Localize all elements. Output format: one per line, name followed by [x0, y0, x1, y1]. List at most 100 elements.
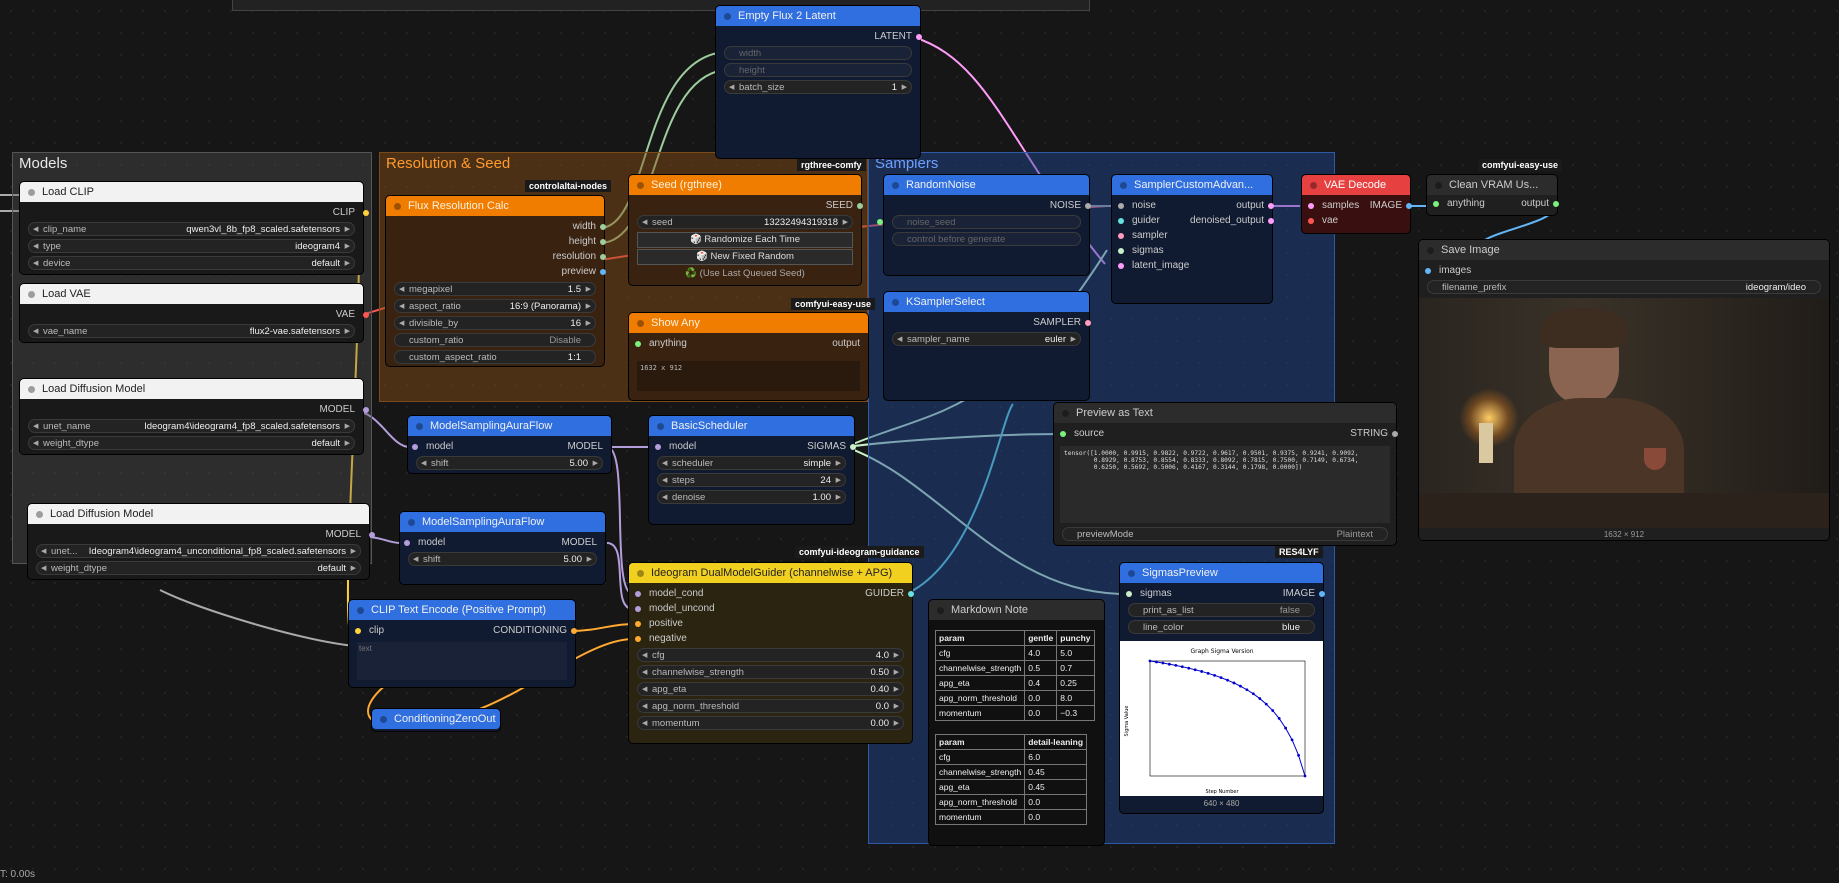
- custom-aspect-ratio-field[interactable]: custom_aspect_ratio 1:1: [394, 350, 596, 364]
- output-model[interactable]: MODEL: [408, 440, 603, 454]
- socket-dot[interactable]: [1085, 320, 1091, 326]
- node-title[interactable]: BasicScheduler: [649, 416, 854, 436]
- socket-dot[interactable]: [916, 34, 922, 40]
- output-width[interactable]: width: [386, 220, 606, 234]
- text-display[interactable]: 1632 x 912: [637, 361, 860, 391]
- output-string[interactable]: STRING: [1054, 427, 1398, 441]
- socket-dot[interactable]: [600, 254, 606, 260]
- unet-name-widget[interactable]: unet_name Ideogram4\ideogram4_fp8_scaled.…: [28, 419, 355, 434]
- input-positive[interactable]: positive: [635, 617, 912, 631]
- output-image-preview[interactable]: [1419, 298, 1829, 528]
- node-title[interactable]: CLIP Text Encode (Positive Prompt): [349, 600, 575, 620]
- socket-dot[interactable]: [1319, 591, 1325, 597]
- node-title[interactable]: VAE Decode: [1302, 175, 1410, 195]
- apg-norm-threshold-widget[interactable]: apg_norm_threshold 0.0: [637, 699, 904, 714]
- noise-seed-input[interactable]: noise_seed: [877, 215, 1081, 229]
- aspect-ratio-widget[interactable]: aspect_ratio 16:9 (Panorama): [394, 299, 596, 314]
- cfg-widget[interactable]: cfg 4.0: [637, 648, 904, 663]
- height-input[interactable]: height: [724, 63, 912, 77]
- socket-dot[interactable]: [1268, 218, 1274, 224]
- output-output[interactable]: output: [1427, 197, 1559, 211]
- output-vae[interactable]: VAE: [20, 308, 369, 322]
- new-fixed-random-button[interactable]: 🎲 New Fixed Random: [637, 249, 853, 265]
- shift-widget[interactable]: shift 5.00: [408, 552, 597, 567]
- sampler-name-widget[interactable]: sampler_name euler: [892, 332, 1081, 347]
- node-title[interactable]: SigmasPreview: [1120, 563, 1323, 583]
- socket-dot[interactable]: [850, 444, 856, 450]
- node-title[interactable]: Load Diffusion Model: [28, 504, 369, 524]
- output-model[interactable]: MODEL: [400, 536, 597, 550]
- socket-dot[interactable]: [363, 312, 369, 318]
- shift-widget[interactable]: shift 5.00: [416, 456, 603, 471]
- output-conditioning[interactable]: CONDITIONING: [349, 624, 577, 638]
- output-image[interactable]: IMAGE: [1120, 587, 1325, 601]
- clip-name-widget[interactable]: clip_name qwen3vl_8b_fp8_scaled.safetenso…: [28, 222, 355, 237]
- preview-mode-toggle[interactable]: previewMode Plaintext: [1062, 527, 1388, 541]
- output-height[interactable]: height: [386, 235, 606, 249]
- output-model[interactable]: MODEL: [28, 528, 375, 542]
- output-noise[interactable]: NOISE: [884, 199, 1091, 213]
- momentum-widget[interactable]: momentum 0.00: [637, 716, 904, 731]
- steps-widget[interactable]: steps 24: [657, 473, 846, 488]
- node-title[interactable]: ModelSamplingAuraFlow: [400, 512, 605, 532]
- output-output[interactable]: output: [1112, 199, 1274, 213]
- socket-dot[interactable]: [363, 407, 369, 413]
- vae-name-widget[interactable]: vae_name flux2-vae.safetensors: [28, 324, 355, 339]
- socket-dot[interactable]: [600, 224, 606, 230]
- socket-dot[interactable]: [600, 269, 606, 275]
- markdown-note-node[interactable]: Markdown Note param gentle punchy cfg 4.0 5.0…: [929, 600, 1104, 845]
- node-title[interactable]: RandomNoise: [884, 175, 1089, 195]
- socket-dot[interactable]: [857, 203, 863, 209]
- device-widget[interactable]: device default: [28, 256, 355, 271]
- node-title[interactable]: ModelSamplingAuraFlow: [408, 416, 611, 436]
- node-title[interactable]: Ideogram DualModelGuider (channelwise + …: [629, 563, 912, 583]
- denoise-widget[interactable]: denoise 1.00: [657, 490, 846, 505]
- node-title[interactable]: Load Diffusion Model: [20, 379, 363, 399]
- apg-eta-widget[interactable]: apg_eta 0.40: [637, 682, 904, 697]
- sigmas-preview-node[interactable]: SigmasPreview sigmas IMAGE print_as_list…: [1120, 563, 1325, 813]
- socket-dot[interactable]: [1425, 268, 1431, 274]
- output-seed[interactable]: SEED: [629, 199, 863, 213]
- output-latent[interactable]: LATENT: [716, 30, 922, 44]
- line-color-field[interactable]: line_color blue: [1128, 620, 1315, 634]
- weight-dtype-widget[interactable]: weight_dtype default: [28, 436, 355, 451]
- socket-dot[interactable]: [635, 606, 641, 612]
- socket-dot[interactable]: [1406, 203, 1412, 209]
- scheduler-widget[interactable]: scheduler simple: [657, 456, 846, 471]
- preview-as-text-node[interactable]: Preview as Text source STRING tensor([1.…: [1054, 403, 1398, 545]
- divisible-by-widget[interactable]: divisible_by 16: [394, 316, 596, 331]
- input-vae[interactable]: vae: [1308, 214, 1410, 228]
- show-any-node[interactable]: Show Any anything output 1632 x 912: [629, 313, 868, 400]
- seed-node[interactable]: Seed (rgthree) SEED seed 13232494319318 🎲…: [629, 175, 863, 285]
- socket-dot[interactable]: [363, 210, 369, 216]
- node-title[interactable]: Markdown Note: [929, 600, 1104, 620]
- empty-flux2-latent-node[interactable]: Empty Flux 2 Latent LATENT width height …: [716, 6, 922, 158]
- socket-dot[interactable]: [1118, 233, 1124, 239]
- input-images[interactable]: images: [1425, 264, 1829, 278]
- conditioning-zero-out-node[interactable]: ConditioningZeroOut: [372, 709, 500, 731]
- node-title[interactable]: ConditioningZeroOut: [372, 709, 500, 729]
- load-diffusion-model-node[interactable]: Load Diffusion Model MODEL unet_name Ideo…: [20, 379, 369, 454]
- sampler-custom-advanced-node[interactable]: SamplerCustomAdvan... noise guider sampl…: [1112, 175, 1274, 303]
- socket-dot[interactable]: [369, 532, 375, 538]
- socket-dot[interactable]: [908, 591, 914, 597]
- unet-name-widget[interactable]: unet... Ideogram4\ideogram4_unconditional…: [36, 544, 361, 559]
- node-title[interactable]: Save Image: [1419, 240, 1829, 260]
- node-title[interactable]: Seed (rgthree): [629, 175, 861, 195]
- output-guider[interactable]: GUIDER: [629, 587, 914, 601]
- model-sampling-auraflow-node[interactable]: ModelSamplingAuraFlow model MODEL shift5…: [408, 416, 611, 473]
- node-title[interactable]: Clean VRAM Us...: [1427, 175, 1557, 195]
- load-vae-node[interactable]: Load VAE VAE vae_name flux2-vae.safetenso…: [20, 284, 369, 342]
- node-title[interactable]: Load VAE: [20, 284, 363, 304]
- output-preview[interactable]: preview: [386, 265, 606, 279]
- socket-dot[interactable]: [635, 621, 641, 627]
- output-output[interactable]: output: [629, 337, 860, 351]
- output-image[interactable]: IMAGE: [1302, 199, 1412, 213]
- socket-dot[interactable]: [1118, 248, 1124, 254]
- flux-resolution-node[interactable]: Flux Resolution Calc width height resolu…: [386, 196, 606, 366]
- seed-widget[interactable]: seed 13232494319318: [637, 215, 853, 230]
- save-image-node[interactable]: Save Image images filename_prefix ideogra…: [1419, 240, 1829, 540]
- batch-size-widget[interactable]: batch_size 1: [724, 80, 912, 95]
- clean-vram-node[interactable]: Clean VRAM Us... anything output: [1427, 175, 1559, 215]
- output-denoised[interactable]: denoised_output: [1112, 214, 1274, 228]
